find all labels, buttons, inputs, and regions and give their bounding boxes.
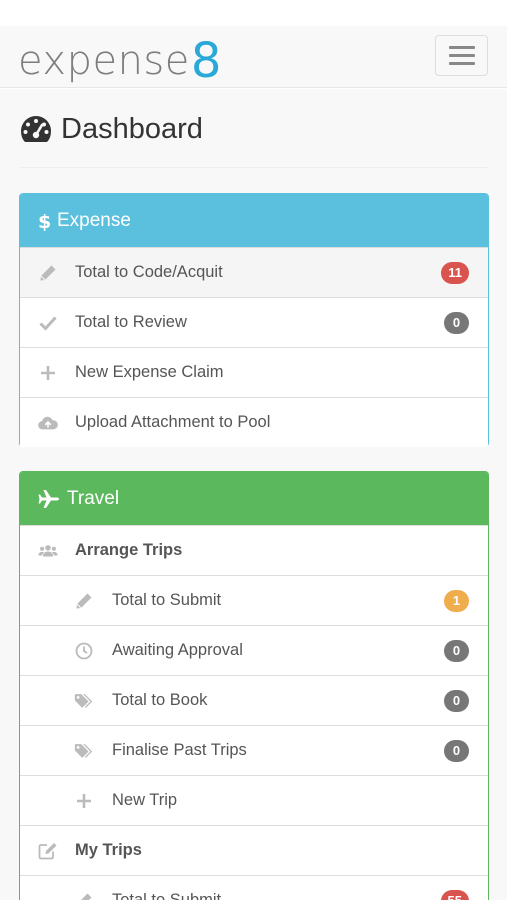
list-item-total-to-review[interactable]: Total to Review 0 — [20, 297, 488, 347]
pencil-icon — [74, 891, 94, 900]
list-item-awaiting-approval[interactable]: Awaiting Approval 0 — [20, 625, 488, 675]
hamburger-bar — [448, 54, 475, 57]
hamburger-bar — [448, 46, 475, 49]
tags-icon — [74, 691, 94, 711]
page-header: Dashboard — [19, 110, 488, 168]
expense-panel: $ Expense Total to Code/Acquit 11 Total … — [19, 193, 489, 447]
travel-panel: Travel Arrange Trips Total to Submit 1 A… — [19, 471, 489, 900]
pencil-icon — [74, 591, 94, 611]
list-item-total-to-code[interactable]: Total to Code/Acquit 11 — [20, 247, 488, 297]
list-item-label: New Trip — [112, 791, 178, 809]
travel-panel-heading: Travel — [20, 472, 488, 525]
list-item-arrange-trips[interactable]: Arrange Trips — [20, 525, 488, 575]
count-badge: 55 — [440, 889, 469, 900]
plus-icon — [74, 791, 94, 811]
count-badge: 11 — [441, 261, 469, 284]
count-badge: 1 — [444, 589, 469, 612]
menu-toggle-button[interactable] — [435, 35, 488, 76]
svg-text:$: $ — [38, 211, 50, 231]
plus-icon — [38, 363, 58, 383]
tags-icon — [74, 741, 94, 761]
expense-panel-heading: $ Expense — [20, 194, 488, 247]
navbar: expense 8 — [0, 26, 507, 88]
list-item-label: Total to Submit — [112, 591, 222, 609]
page-content: Dashboard $ Expense Total to Code/Acquit… — [0, 89, 507, 900]
list-item-label: Upload Attachment to Pool — [75, 413, 271, 431]
list-item-label: Arrange Trips — [75, 541, 183, 559]
list-item-label: Total to Code/Acquit — [75, 263, 223, 281]
count-badge: 0 — [444, 689, 469, 712]
logo-digit: 8 — [190, 33, 222, 89]
list-item-label: Finalise Past Trips — [112, 741, 247, 759]
list-item-my-trips-total-to-submit[interactable]: Total to Submit 55 — [20, 875, 488, 900]
logo-text: expense — [18, 38, 190, 84]
list-item-total-to-book[interactable]: Total to Book 0 — [20, 675, 488, 725]
list-item-my-trips[interactable]: My Trips — [20, 825, 488, 875]
clock-icon — [74, 641, 94, 661]
list-item-arrange-total-to-submit[interactable]: Total to Submit 1 — [20, 575, 488, 625]
list-item-label: Total to Submit — [112, 891, 222, 900]
list-item-label: Total to Review — [75, 313, 187, 331]
count-badge: 0 — [444, 311, 469, 334]
edit-icon — [38, 841, 58, 861]
check-icon — [38, 313, 58, 333]
count-badge: 0 — [444, 639, 469, 662]
page-title: Dashboard — [61, 113, 203, 145]
plane-icon — [38, 489, 60, 509]
list-item-new-trip[interactable]: New Trip — [20, 775, 488, 825]
pencil-icon — [38, 263, 58, 283]
cloud-upload-icon — [38, 413, 58, 433]
list-item-finalise-past-trips[interactable]: Finalise Past Trips 0 — [20, 725, 488, 775]
dollar-icon: $ — [38, 211, 50, 231]
list-item-label: Total to Book — [112, 691, 208, 709]
count-badge: 0 — [444, 739, 469, 762]
travel-panel-title: Travel — [67, 487, 120, 509]
expense8-logo[interactable]: expense 8 — [18, 32, 222, 89]
hamburger-bar — [448, 62, 475, 65]
users-icon — [38, 541, 58, 561]
list-item-label: New Expense Claim — [75, 363, 224, 381]
list-item-label: My Trips — [75, 841, 142, 859]
expense-panel-title: Expense — [57, 209, 131, 231]
list-item-label: Awaiting Approval — [112, 641, 243, 659]
dashboard-icon — [19, 114, 53, 144]
list-item-new-expense-claim[interactable]: New Expense Claim — [20, 347, 488, 397]
list-item-upload-attachment[interactable]: Upload Attachment to Pool — [20, 397, 488, 447]
